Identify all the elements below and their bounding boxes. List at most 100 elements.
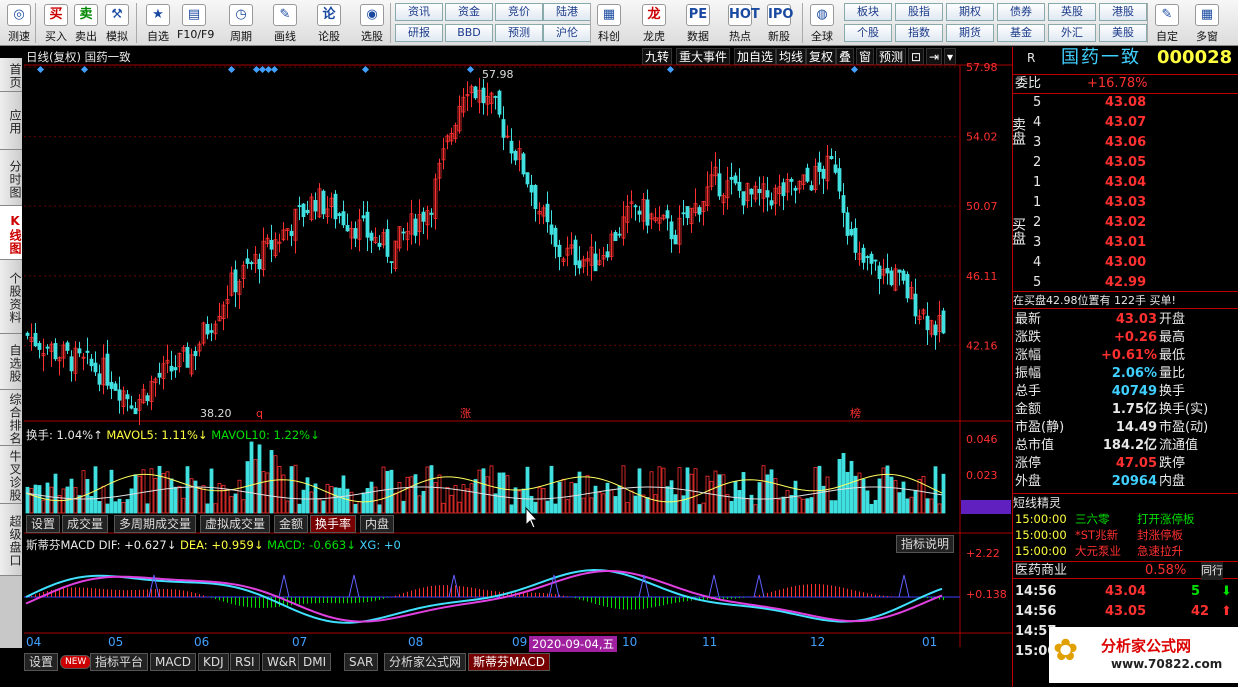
event-diamond-icon[interactable] bbox=[850, 65, 859, 74]
toolbar-button-10[interactable]: ▦ 科创 bbox=[592, 2, 626, 44]
toolbar-button-16[interactable]: ✎ 自定 bbox=[1150, 2, 1184, 44]
event-diamond-icon[interactable] bbox=[36, 65, 45, 74]
toolbar-market-top-4[interactable]: 英股 bbox=[1048, 3, 1096, 21]
spirit-row[interactable]: 15:00:00 *ST兆新 封涨停板 bbox=[1013, 527, 1238, 543]
vol-tab-1[interactable]: 成交量 bbox=[62, 515, 109, 533]
toolbar-button-15[interactable]: ◍ 全球 bbox=[805, 2, 839, 44]
toolbar-button-5[interactable]: ▤ F10/F9 bbox=[177, 2, 214, 44]
volume-bar bbox=[377, 504, 382, 514]
bottom-tab-1[interactable]: NEW bbox=[60, 655, 92, 669]
toolbar-button-0[interactable]: ◎ 测速 bbox=[2, 2, 36, 44]
toolbar-grid-top-0[interactable]: 资讯 bbox=[395, 3, 443, 21]
toolbar-button-2[interactable]: 卖卖出 bbox=[69, 2, 103, 44]
toolbar-market-top-1[interactable]: 股指 bbox=[895, 3, 943, 21]
event-diamond-icon[interactable] bbox=[80, 65, 89, 74]
candle-body bbox=[717, 173, 722, 197]
volume-bar bbox=[33, 484, 38, 514]
toolbar-grid-bottom-2[interactable]: 预测 bbox=[495, 24, 543, 42]
left-tab-8[interactable]: 超级盘口 bbox=[0, 504, 22, 576]
bottom-tab-5[interactable]: RSI bbox=[230, 653, 260, 671]
event-diamond-icon[interactable] bbox=[666, 65, 675, 74]
toolbar-grid-top-3[interactable]: 陆港 bbox=[543, 3, 591, 21]
sector-peer-button[interactable]: 同行 bbox=[1201, 562, 1223, 580]
month-axis-label: 01 bbox=[922, 635, 937, 649]
left-tab-0[interactable]: 首页 bbox=[0, 58, 22, 92]
spirit-row[interactable]: 15:00:00 大元泵业 急速拉升 bbox=[1013, 543, 1238, 559]
toolbar-button-6[interactable]: ◷ 周期 bbox=[224, 2, 258, 44]
left-tab-4[interactable]: 个股资料 bbox=[0, 260, 22, 334]
volume-bar bbox=[281, 474, 286, 514]
bottom-tab-10[interactable]: 斯蒂芬MACD bbox=[468, 653, 550, 671]
left-tab-3[interactable]: K线图 bbox=[0, 206, 22, 260]
volume-bar bbox=[545, 500, 550, 514]
bottom-tab-4[interactable]: KDJ bbox=[198, 653, 229, 671]
sector-row[interactable]: 医药商业 0.58% 同行 bbox=[1013, 561, 1238, 580]
volume-bar bbox=[97, 501, 102, 514]
indicator-help-button[interactable]: 指标说明 bbox=[896, 535, 955, 553]
left-tab-1[interactable]: 应用 bbox=[0, 92, 22, 150]
bottom-tab-6[interactable]: W&R bbox=[262, 653, 302, 671]
ask-level: 1 bbox=[1033, 175, 1042, 190]
candle-body bbox=[497, 90, 502, 115]
candle-body bbox=[133, 408, 138, 415]
toolbar-button-12[interactable]: PE 数据 bbox=[681, 2, 715, 44]
candle-body bbox=[45, 346, 50, 349]
toolbar-button-4[interactable]: ★ 自选 bbox=[141, 2, 175, 44]
kline-chart-area[interactable]: 日线(复权) 国药一致 九转 重大事件 加自选 均线 复权叠窗预测 ⊡ ⇥ ▾ 57.98 54… bbox=[24, 47, 1012, 653]
toolbar-separator bbox=[1147, 3, 1148, 43]
toolbar-button-3[interactable]: ⚒ 模拟 bbox=[100, 2, 134, 44]
toolbar-market-top-3[interactable]: 债券 bbox=[997, 3, 1045, 21]
toolbar-market-bottom-0[interactable]: 个股 bbox=[844, 24, 892, 42]
toolbar-market-bottom-2[interactable]: 期货 bbox=[946, 24, 994, 42]
bottom-tab-9[interactable]: 分析家公式网 bbox=[384, 653, 467, 671]
toolbar-market-top-0[interactable]: 板块 bbox=[844, 3, 892, 21]
left-tab-2[interactable]: 分时图 bbox=[0, 150, 22, 206]
bottom-tab-2[interactable]: 指标平台 bbox=[90, 653, 149, 671]
toolbar-button-17[interactable]: ▦ 多窗 bbox=[1190, 2, 1224, 44]
vol-tab-0[interactable]: 设置 bbox=[26, 515, 61, 533]
toolbar-grid-bottom-1[interactable]: BBD bbox=[445, 24, 493, 42]
bottom-tab-7[interactable]: DMI bbox=[298, 653, 332, 671]
macd-dea: DEA: +0.959↓ bbox=[180, 538, 264, 552]
left-tab-7[interactable]: 牛叉诊股 bbox=[0, 446, 22, 504]
event-diamond-icon[interactable] bbox=[361, 65, 370, 74]
volume-bar bbox=[273, 455, 278, 514]
bottom-tab-0[interactable]: 设置 bbox=[24, 653, 59, 671]
toolbar-button-7[interactable]: ✎ 画线 bbox=[268, 2, 302, 44]
toolbar-button-9[interactable]: ◉ 选股 bbox=[355, 2, 389, 44]
left-tab-5[interactable]: 自选股 bbox=[0, 334, 22, 390]
toolbar-market-bottom-1[interactable]: 指数 bbox=[895, 24, 943, 42]
toolbar-grid-bottom-0[interactable]: 研报 bbox=[395, 24, 443, 42]
toolbar-grid-top-2[interactable]: 竞价 bbox=[495, 3, 543, 21]
toolbar-grid-top-1[interactable]: 资金 bbox=[445, 3, 493, 21]
event-diamond-icon[interactable] bbox=[270, 65, 279, 74]
vol-header-c: MAVOL10: 1.22%↓ bbox=[211, 428, 320, 442]
month-axis-label: 05 bbox=[108, 635, 123, 649]
toolbar-button-14[interactable]: IPO 新股 bbox=[762, 2, 796, 44]
vol-tab-5[interactable]: 换手率 bbox=[310, 515, 357, 533]
vol-tab-3[interactable]: 虚拟成交量 bbox=[200, 515, 271, 533]
toolbar-market-bottom-3[interactable]: 基金 bbox=[997, 24, 1045, 42]
event-diamond-icon[interactable] bbox=[466, 65, 475, 74]
toolbar-market-top-2[interactable]: 期权 bbox=[946, 3, 994, 21]
volume-bar bbox=[309, 491, 314, 514]
vol-tab-4[interactable]: 金额 bbox=[274, 515, 309, 533]
toolbar-market-bottom-4[interactable]: 外汇 bbox=[1048, 24, 1096, 42]
toolbar-market-bottom-5[interactable]: 美股 bbox=[1099, 24, 1147, 42]
toolbar-button-8[interactable]: 论论股 bbox=[312, 2, 346, 44]
toolbar-button-13[interactable]: HOT 热点 bbox=[723, 2, 760, 44]
vol-tab-2[interactable]: 多周期成交量 bbox=[114, 515, 197, 533]
spirit-row[interactable]: 15:00:00 三六零 打开涨停板 bbox=[1013, 511, 1238, 527]
bottom-tab-8[interactable]: SAR bbox=[344, 653, 379, 671]
left-tab-6[interactable]: 综合排名 bbox=[0, 390, 22, 446]
toolbar-market-top-5[interactable]: 港股 bbox=[1099, 3, 1147, 21]
bottom-tab-3[interactable]: MACD bbox=[150, 653, 196, 671]
chart-canvas[interactable]: 57.98 54.02 50.07 46.11 42.16 57.98 38.20 q 涨 榜 0.… bbox=[24, 47, 1012, 653]
toolbar-button-1[interactable]: 买买入 bbox=[39, 2, 73, 44]
vol-tab-6[interactable]: 内盘 bbox=[360, 515, 395, 533]
volume-bar bbox=[389, 469, 394, 514]
volume-bar bbox=[469, 483, 474, 514]
volume-bar bbox=[617, 485, 622, 514]
toolbar-grid-bottom-3[interactable]: 沪伦 bbox=[543, 24, 591, 42]
toolbar-button-11[interactable]: 龙龙虎 bbox=[637, 2, 671, 44]
